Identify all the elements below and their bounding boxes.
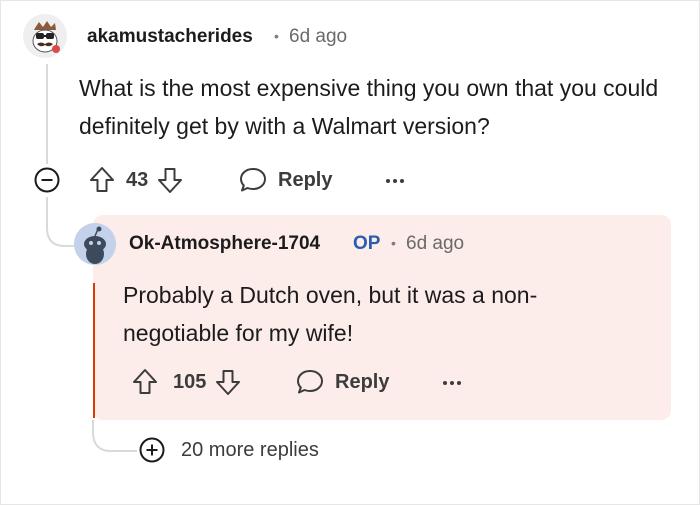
reply-avatar[interactable]	[74, 223, 116, 265]
more-options-button[interactable]	[441, 368, 463, 394]
reply-label: Reply	[278, 168, 333, 191]
comment-author[interactable]: akamustacherides	[87, 26, 253, 48]
downvote-icon[interactable]	[214, 367, 242, 397]
mustache-avatar-icon	[23, 14, 67, 58]
reply-button[interactable]: Reply	[295, 368, 389, 396]
avatar[interactable]	[23, 14, 67, 58]
reddit-snoo-avatar	[74, 223, 116, 265]
upvote-icon[interactable]	[88, 165, 116, 195]
expand-plus-icon	[139, 437, 165, 463]
reply-body: Probably a Dutch oven, but it was a non-…	[123, 282, 538, 346]
separator-dot: •	[391, 235, 396, 251]
comment-timestamp: 6d ago	[289, 26, 348, 47]
thread-connector-more	[92, 420, 137, 452]
thread-line-main-lower	[46, 197, 48, 219]
reply-label: Reply	[335, 370, 390, 393]
more-replies-button[interactable]: 20 more replies	[139, 437, 319, 463]
reply-button[interactable]: Reply	[238, 166, 332, 194]
reply-author[interactable]: Ok-Atmosphere-1704	[129, 233, 320, 255]
highlight-left-border	[93, 283, 95, 418]
more-options-button[interactable]	[384, 166, 406, 192]
vote-count: 43	[126, 168, 149, 191]
reply-timestamp: 6d ago	[406, 233, 465, 254]
reply-vote-group: 105	[131, 367, 242, 397]
more-replies-label: 20 more replies	[181, 438, 319, 461]
more-options-icon	[443, 381, 461, 385]
vote-group: 43	[88, 165, 184, 195]
vote-count: 105	[173, 370, 207, 393]
collapse-icon	[34, 167, 60, 193]
thread-line-main	[46, 64, 48, 164]
comment-bubble-icon	[295, 368, 325, 396]
downvote-icon[interactable]	[156, 165, 184, 195]
collapse-button[interactable]	[34, 167, 60, 193]
comment-bubble-icon	[238, 166, 268, 194]
op-badge: OP	[353, 233, 381, 254]
upvote-icon[interactable]	[131, 367, 159, 397]
more-options-icon	[386, 179, 404, 183]
separator-dot: •	[274, 28, 279, 44]
comment-body: What is the most expensive thing you own…	[79, 75, 659, 139]
